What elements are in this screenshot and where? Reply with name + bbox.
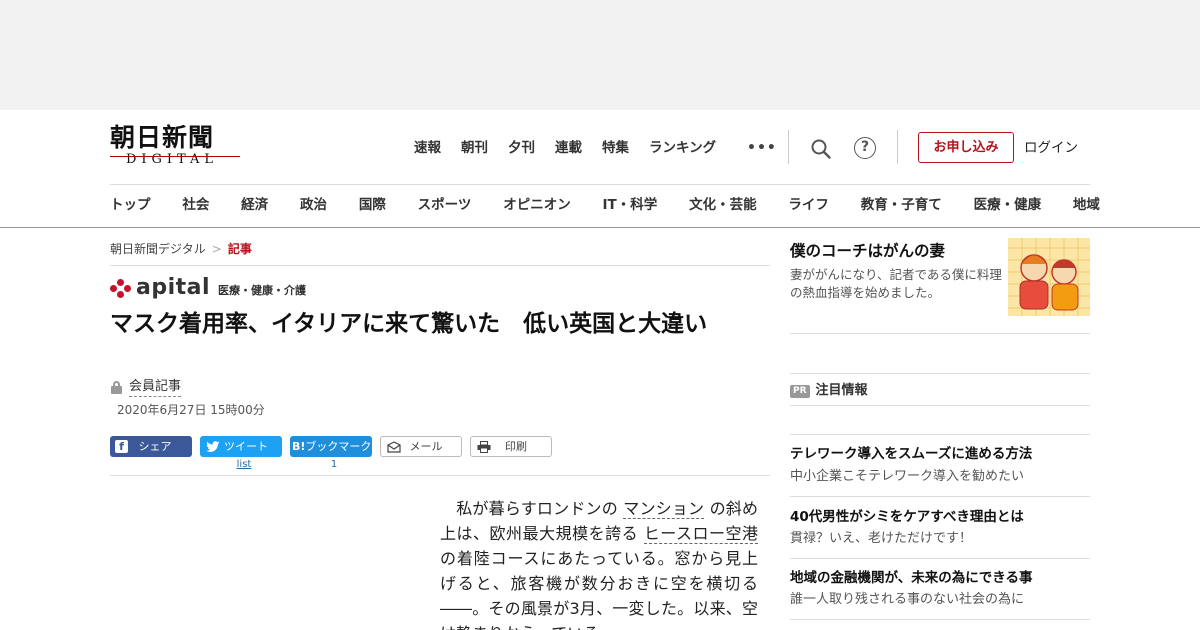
nav-item-evening[interactable]: 夕刊 <box>508 138 535 158</box>
pr-badge: PR <box>790 384 810 398</box>
facebook-icon: f <box>115 440 128 453</box>
twitter-share-button[interactable]: ツイート <box>200 436 282 457</box>
sidebar-rule-2 <box>790 373 1090 374</box>
category-nav: トップ 社会 経済 政治 国際 スポーツ オピニオン IT・科学 文化・芸能 ラ… <box>110 195 1100 215</box>
article-date: 2020年6月27日 15時00分 <box>117 403 265 417</box>
header-rule <box>110 184 1090 185</box>
nav-item-series[interactable]: 連載 <box>555 138 582 158</box>
article-body: 私が暮らすロンドンの マンション の斜め上は、欧州最大規模を誇る ヒースロー空港… <box>440 496 758 630</box>
category-sports[interactable]: スポーツ <box>418 195 472 215</box>
pr-ad-desc-2[interactable]: 貫禄？いえ、老けただけです！ <box>790 530 972 548</box>
logo-main-text: 朝日新聞 <box>110 123 215 152</box>
category-life[interactable]: ライフ <box>788 195 829 215</box>
nav-item-features[interactable]: 特集 <box>602 138 629 158</box>
twitter-count[interactable]: list <box>203 459 285 471</box>
apital-logo-icon <box>110 279 132 299</box>
category-it-science[interactable]: IT・科学 <box>603 195 658 215</box>
twitter-share-label: ツイート <box>224 440 268 453</box>
category-top[interactable]: トップ <box>110 195 151 215</box>
member-article-badge: 会員記事 <box>111 378 182 397</box>
print-button[interactable]: 印刷 <box>470 436 552 457</box>
pr-ad-title-3[interactable]: 地域の金融機関が、未来の為にできる事 <box>790 568 1032 588</box>
mail-share-button[interactable]: メール <box>380 436 462 457</box>
breadcrumb-separator: > <box>211 242 222 256</box>
breadcrumb-rule <box>110 265 770 266</box>
hatena-bookmark-button[interactable]: B! ブックマーク <box>290 436 372 457</box>
nav-item-morning[interactable]: 朝刊 <box>461 138 488 158</box>
sidebar-rule-6 <box>790 558 1090 559</box>
promo-illustration[interactable] <box>1008 238 1090 316</box>
mail-share-label: メール <box>409 440 443 453</box>
sidebar-rule-4 <box>790 434 1090 435</box>
article-headline: マスク着用率、イタリアに来て驚いた 低い英国と大違い <box>110 311 708 337</box>
category-culture[interactable]: 文化・芸能 <box>689 195 757 215</box>
facebook-share-button[interactable]: f シェア <box>110 436 192 457</box>
pr-ad-desc-3[interactable]: 誰一人取り残される事のない社会の為に <box>790 591 1024 609</box>
category-health[interactable]: 医療・健康 <box>974 195 1042 215</box>
hatena-bookmark-icon: B! <box>292 440 306 453</box>
pr-ad-desc-1[interactable]: 中小企業こそテレワーク導入を勧めたい <box>790 468 1024 486</box>
pr-heading-title: 注目情報 <box>815 383 868 398</box>
nav-item-breaking[interactable]: 速報 <box>414 138 441 158</box>
nav-item-ranking[interactable]: ランキング <box>649 138 716 158</box>
sidebar-rule-3 <box>790 405 1090 406</box>
help-icon[interactable]: ? <box>854 137 876 159</box>
sidebar-rule-5 <box>790 496 1090 497</box>
login-link[interactable]: ログイン <box>1024 138 1078 158</box>
category-economy[interactable]: 経済 <box>241 195 268 215</box>
body-text-3: の着陸コースにあたっている。窓から見上げると、旅客機が数分おきに空を横切る――。… <box>440 549 758 630</box>
sidebar-rule-7 <box>790 619 1090 620</box>
twitter-bird-icon <box>206 440 220 452</box>
section-apital-label[interactable]: apital 医療・健康・介護 <box>110 277 306 299</box>
nav-bottom-rule <box>0 227 1200 228</box>
facebook-share-label: シェア <box>138 440 172 453</box>
sidebar-rule-1 <box>790 333 1090 334</box>
pr-heading: PR 注目情報 <box>790 382 868 400</box>
lock-icon <box>111 381 122 394</box>
category-education[interactable]: 教育・子育て <box>861 195 942 215</box>
breadcrumb: 朝日新聞デジタル > 記事 <box>110 240 252 258</box>
header-divider-left <box>788 130 789 164</box>
logo-rule <box>110 156 240 157</box>
top-nav: 速報 朝刊 夕刊 連載 特集 ランキング <box>414 138 736 158</box>
hatena-bookmark-label: ブックマーク <box>305 440 372 453</box>
section-subtitle: 医療・健康・介護 <box>218 284 307 297</box>
section-name: apital <box>136 275 211 300</box>
share-bottom-rule <box>110 475 770 476</box>
pr-ad-title-2[interactable]: 40代男性がシミをケアすべき理由とは <box>790 507 1024 527</box>
pr-ad-title-1[interactable]: テレワーク導入をスムーズに進める方法 <box>790 444 1032 464</box>
subscribe-button[interactable]: お申し込み <box>918 132 1014 163</box>
member-article-label[interactable]: 会員記事 <box>129 378 182 397</box>
print-label: 印刷 <box>505 440 527 453</box>
keyword-link-mansion[interactable]: マンション <box>623 499 705 519</box>
search-icon[interactable] <box>810 138 832 160</box>
print-icon <box>477 440 491 453</box>
ad-banner-area <box>0 0 1200 110</box>
mail-icon <box>387 440 401 453</box>
breadcrumb-home[interactable]: 朝日新聞デジタル <box>110 242 206 256</box>
category-politics[interactable]: 政治 <box>300 195 327 215</box>
header-divider-right <box>897 130 898 164</box>
promo-description: 妻ががんになり、記者である僕に料理の熱血指導を始めました。 <box>790 267 1002 300</box>
category-opinion[interactable]: オピニオン <box>503 195 571 215</box>
category-society[interactable]: 社会 <box>182 195 209 215</box>
breadcrumb-current: 記事 <box>227 242 252 256</box>
site-logo[interactable]: 朝日新聞 DIGITAL <box>110 124 242 170</box>
promo-title[interactable]: 僕のコーチはがんの妻 <box>790 240 945 262</box>
category-local[interactable]: 地域 <box>1073 195 1100 215</box>
body-text-1: 私が暮らすロンドンの <box>456 499 618 518</box>
category-international[interactable]: 国際 <box>359 195 386 215</box>
more-menu-icon[interactable]: ••• <box>747 138 777 158</box>
keyword-link-heathrow[interactable]: ヒースロー空港 <box>643 524 758 544</box>
hatena-count[interactable]: 1 <box>293 459 375 471</box>
